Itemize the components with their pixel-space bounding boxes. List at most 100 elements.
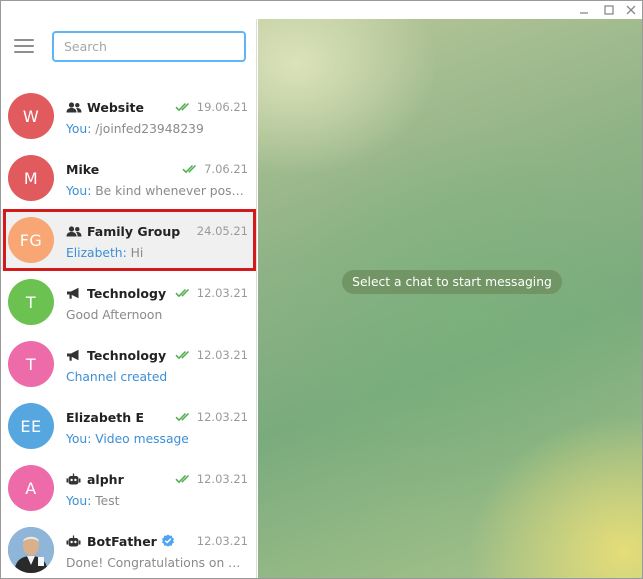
preview-text: Test (95, 494, 120, 508)
megaphone-icon (66, 286, 83, 300)
chat-preview: Elizabeth: Hi (66, 246, 246, 263)
chat-row[interactable]: FG Family Group 24.05.21 Elizabeth: Hi (1, 209, 256, 271)
chat-title: Elizabeth E (66, 408, 144, 426)
preview-text: Video message (95, 432, 189, 446)
chat-meta: 19.06.21 (175, 99, 248, 115)
chat-row[interactable]: M Mike 7.06.21 You: Be kind whenever possib… (1, 147, 256, 209)
avatar: EE (8, 403, 54, 449)
close-button[interactable] (621, 1, 641, 19)
botfather-photo-icon (8, 527, 54, 573)
preview-sender: You: (66, 494, 96, 508)
avatar-initials: W (22, 106, 40, 126)
chat-title: alphr (66, 470, 124, 488)
chat-title: Technology (66, 346, 166, 364)
preview-sender: You: (66, 122, 96, 136)
chat-preview: You: Be kind whenever possible (66, 184, 246, 201)
avatar: M (8, 155, 54, 201)
bot-icon (66, 472, 83, 486)
preview-text: Done! Congratulations on your new bot. (66, 556, 246, 570)
chat-title: BotFather (66, 532, 175, 550)
search-input[interactable] (52, 31, 246, 62)
chat-preview: Done! Congratulations on your new bot. (66, 556, 246, 573)
chat-row[interactable]: T Technology 12.03.21 Channel created (1, 333, 256, 395)
chat-name: Mike (66, 161, 100, 177)
chat-date: 19.06.21 (196, 100, 248, 114)
maximize-button[interactable] (599, 1, 619, 19)
preview-text: /joinfed23948239 (95, 122, 204, 136)
avatar-initials: FG (19, 230, 43, 250)
chat-name: Technology (87, 285, 167, 301)
preview-sender: Elizabeth: (66, 246, 131, 260)
chat-meta: 12.03.21 (175, 285, 248, 301)
avatar: A (8, 465, 54, 511)
chat-date: 12.03.21 (196, 348, 248, 362)
chat-meta: 12.03.21 (175, 471, 248, 487)
preview-sender: You: (66, 432, 96, 446)
avatar: T (8, 341, 54, 387)
chat-meta: 7.06.21 (182, 161, 248, 177)
chat-row[interactable]: W Website 19.06.21 You: /joinfed23948239 (1, 85, 256, 147)
preview-text: Channel created (66, 370, 168, 384)
chat-preview: Channel created (66, 370, 246, 387)
chat-name: Website (87, 99, 144, 115)
bot-icon (66, 534, 83, 548)
chat-date: 7.06.21 (204, 162, 248, 176)
chat-meta: 12.03.21 (175, 347, 248, 363)
chat-preview: You: Test (66, 494, 246, 511)
chat-area: Select a chat to start messaging (258, 19, 642, 578)
megaphone-icon (66, 348, 83, 362)
verified-icon (161, 534, 175, 548)
chat-name: Family Group (87, 223, 181, 239)
chat-row[interactable]: BotFather 12.03.21 Done! Congratulations o… (1, 519, 256, 578)
chat-row[interactable]: Aalphr 12.03.21 You: Test (1, 457, 256, 519)
empty-state-message: Select a chat to start messaging (342, 270, 562, 294)
preview-text: Good Afternoon (66, 308, 163, 322)
double-check-icon (175, 102, 193, 112)
hamburger-menu-icon[interactable] (13, 37, 35, 55)
telegram-window: W Website 19.06.21 You: /joinfed23948239 M Mi… (0, 0, 643, 579)
avatar-initials: EE (20, 416, 42, 436)
chat-preview: Good Afternoon (66, 308, 246, 325)
chat-row[interactable]: T Technology 12.03.21 Good Afternoon (1, 271, 256, 333)
avatar-initials: A (25, 478, 37, 498)
chat-title: Mike (66, 160, 99, 178)
chat-row[interactable]: EE Elizabeth E 12.03.21 You: Video message (1, 395, 256, 457)
minimize-button[interactable] (574, 1, 594, 19)
group-icon (66, 100, 83, 114)
avatar-initials: T (25, 292, 37, 312)
preview-text: Be kind whenever possible (95, 184, 246, 198)
avatar-initials: M (23, 168, 39, 188)
chat-title: Website (66, 98, 144, 116)
double-check-icon (175, 350, 193, 360)
chat-meta: 12.03.21 (175, 409, 248, 425)
double-check-icon (175, 288, 193, 298)
double-check-icon (175, 474, 193, 484)
chat-title: Family Group (66, 222, 180, 240)
minimize-icon (580, 12, 588, 14)
chat-date: 12.03.21 (196, 410, 248, 424)
chat-meta: 12.03.21 (197, 533, 248, 549)
avatar (8, 527, 54, 573)
double-check-icon (182, 164, 200, 174)
chat-name: alphr (87, 471, 124, 487)
chat-date: 12.03.21 (196, 286, 248, 300)
chat-date: 12.03.21 (196, 534, 248, 548)
avatar: FG (8, 217, 54, 263)
preview-sender: You: (66, 184, 96, 198)
chat-meta: 24.05.21 (197, 223, 248, 239)
chat-name: BotFather (87, 533, 157, 549)
chat-title: Technology (66, 284, 166, 302)
avatar: W (8, 93, 54, 139)
chat-name: Elizabeth E (66, 409, 145, 425)
chat-preview: You: Video message (66, 432, 246, 449)
chat-name: Technology (87, 347, 167, 363)
avatar-initials: T (25, 354, 37, 374)
preview-text: Hi (130, 246, 144, 260)
chat-sidebar: W Website 19.06.21 You: /joinfed23948239 M Mi… (1, 19, 257, 578)
avatar: T (8, 279, 54, 325)
maximize-icon (604, 5, 614, 15)
chat-date: 12.03.21 (196, 472, 248, 486)
group-icon (66, 224, 83, 238)
close-icon (626, 5, 636, 15)
title-bar (1, 1, 642, 19)
